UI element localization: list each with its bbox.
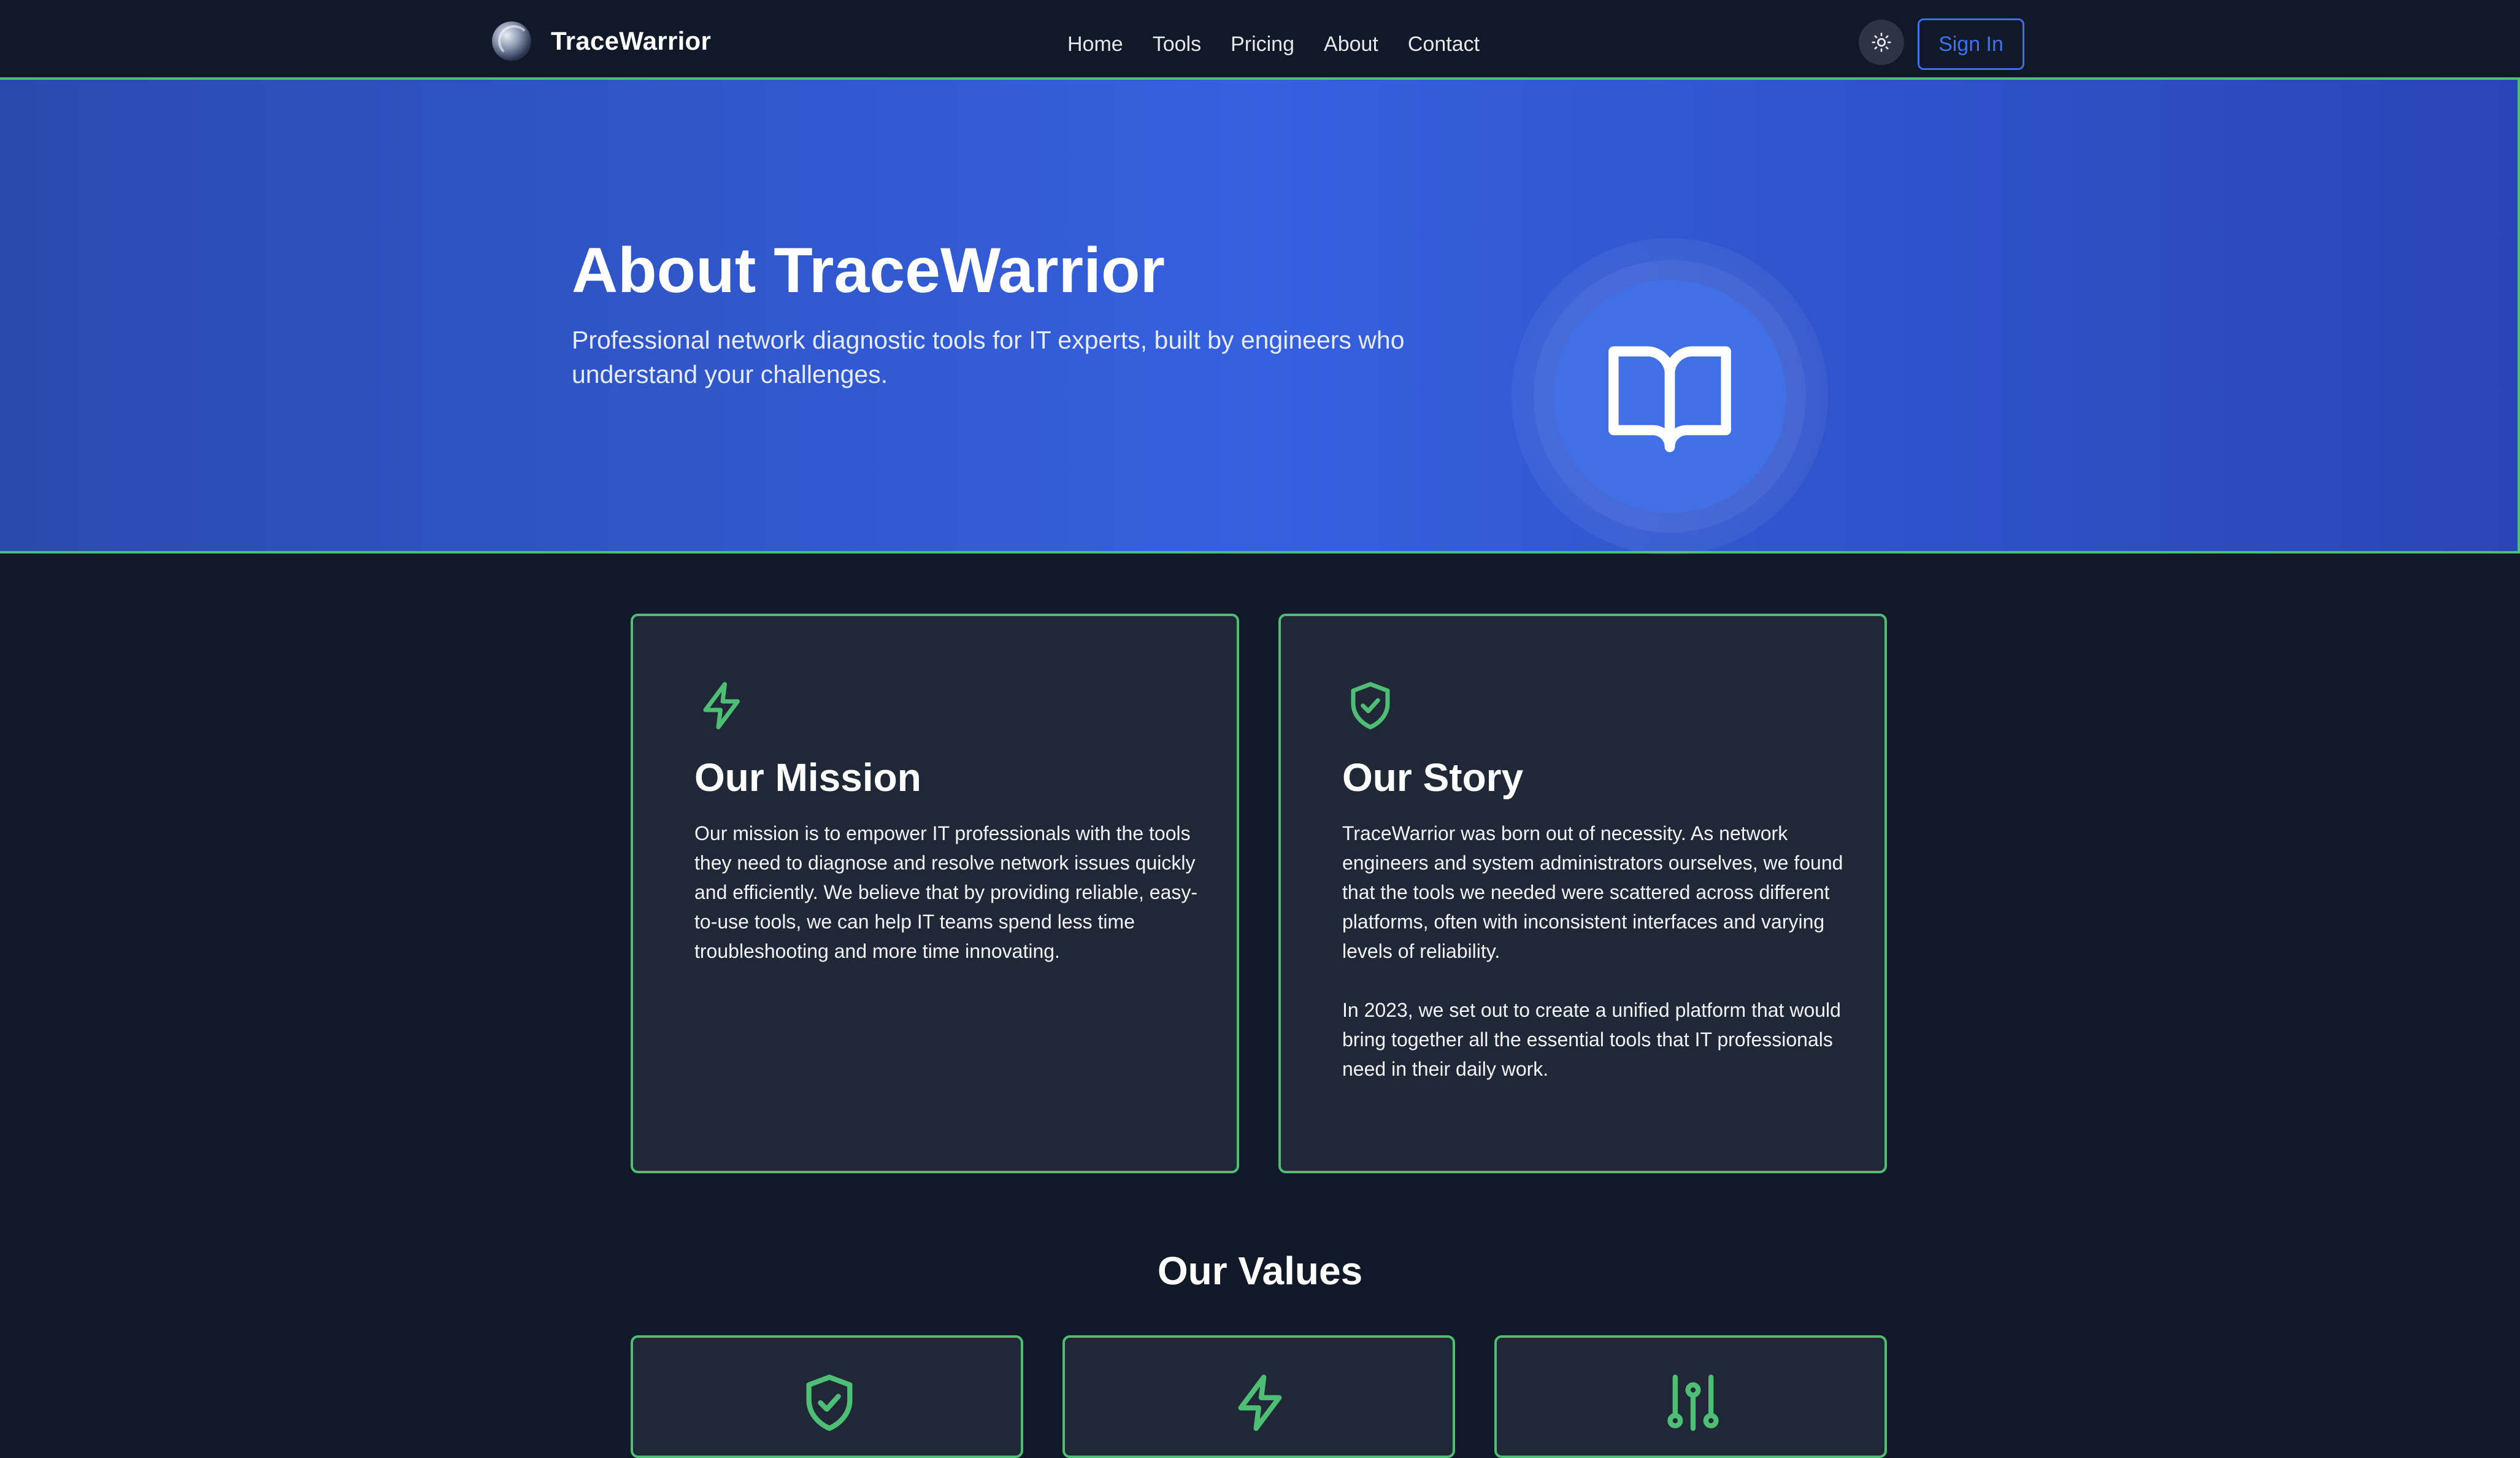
value-card xyxy=(1494,1335,1887,1458)
story-title: Our Story xyxy=(1342,755,1524,800)
hero-icon-badge xyxy=(1512,238,1828,555)
shield-check-icon xyxy=(1351,682,1390,730)
brand-logo-link[interactable]: TraceWarrior xyxy=(492,21,711,61)
nav-links: Home Tools Pricing About Contact xyxy=(1067,27,1480,61)
brand-name: TraceWarrior xyxy=(551,26,712,55)
value-card xyxy=(631,1335,1023,1458)
value-card xyxy=(1062,1335,1455,1458)
story-paragraph: TraceWarrior was born out of necessity. … xyxy=(1342,822,1843,962)
story-paragraph: In 2023, we set out to create a unified … xyxy=(1342,999,1841,1080)
mission-card: Our Mission Our mission is to empower IT… xyxy=(631,614,1239,1173)
story-body: TraceWarrior was born out of necessity. … xyxy=(1342,819,1845,1084)
nav-link-tools[interactable]: Tools xyxy=(1153,33,1201,56)
nav-link-contact[interactable]: Contact xyxy=(1408,33,1480,56)
mission-text: Our mission is to empower IT professiona… xyxy=(694,822,1198,962)
mission-body: Our mission is to empower IT professiona… xyxy=(694,819,1197,966)
globe-logo-icon xyxy=(492,21,531,61)
story-card: Our Story TraceWarrior was born out of n… xyxy=(1278,614,1887,1173)
sliders-icon xyxy=(1667,1375,1719,1431)
nav-link-pricing[interactable]: Pricing xyxy=(1231,33,1294,56)
book-open-icon xyxy=(1608,346,1731,452)
sun-icon xyxy=(1872,33,1891,52)
top-navbar: TraceWarrior Home Tools Pricing About Co… xyxy=(0,0,2520,80)
nav-link-about[interactable]: About xyxy=(1324,33,1378,56)
values-heading: Our Values xyxy=(1157,1249,1363,1293)
shield-check-icon xyxy=(806,1375,853,1431)
page-title: About TraceWarrior xyxy=(572,235,1165,306)
hero-subtitle: Professional network diagnostic tools fo… xyxy=(572,326,1405,388)
theme-toggle-button[interactable] xyxy=(1859,20,1904,65)
hero-section: About TraceWarrior Professional network … xyxy=(0,80,2520,555)
mission-title: Our Mission xyxy=(694,755,921,800)
sign-in-button[interactable]: Sign In xyxy=(1918,18,2024,70)
zap-icon xyxy=(703,682,740,730)
zap-icon xyxy=(1238,1375,1282,1431)
nav-link-home[interactable]: Home xyxy=(1067,33,1123,56)
